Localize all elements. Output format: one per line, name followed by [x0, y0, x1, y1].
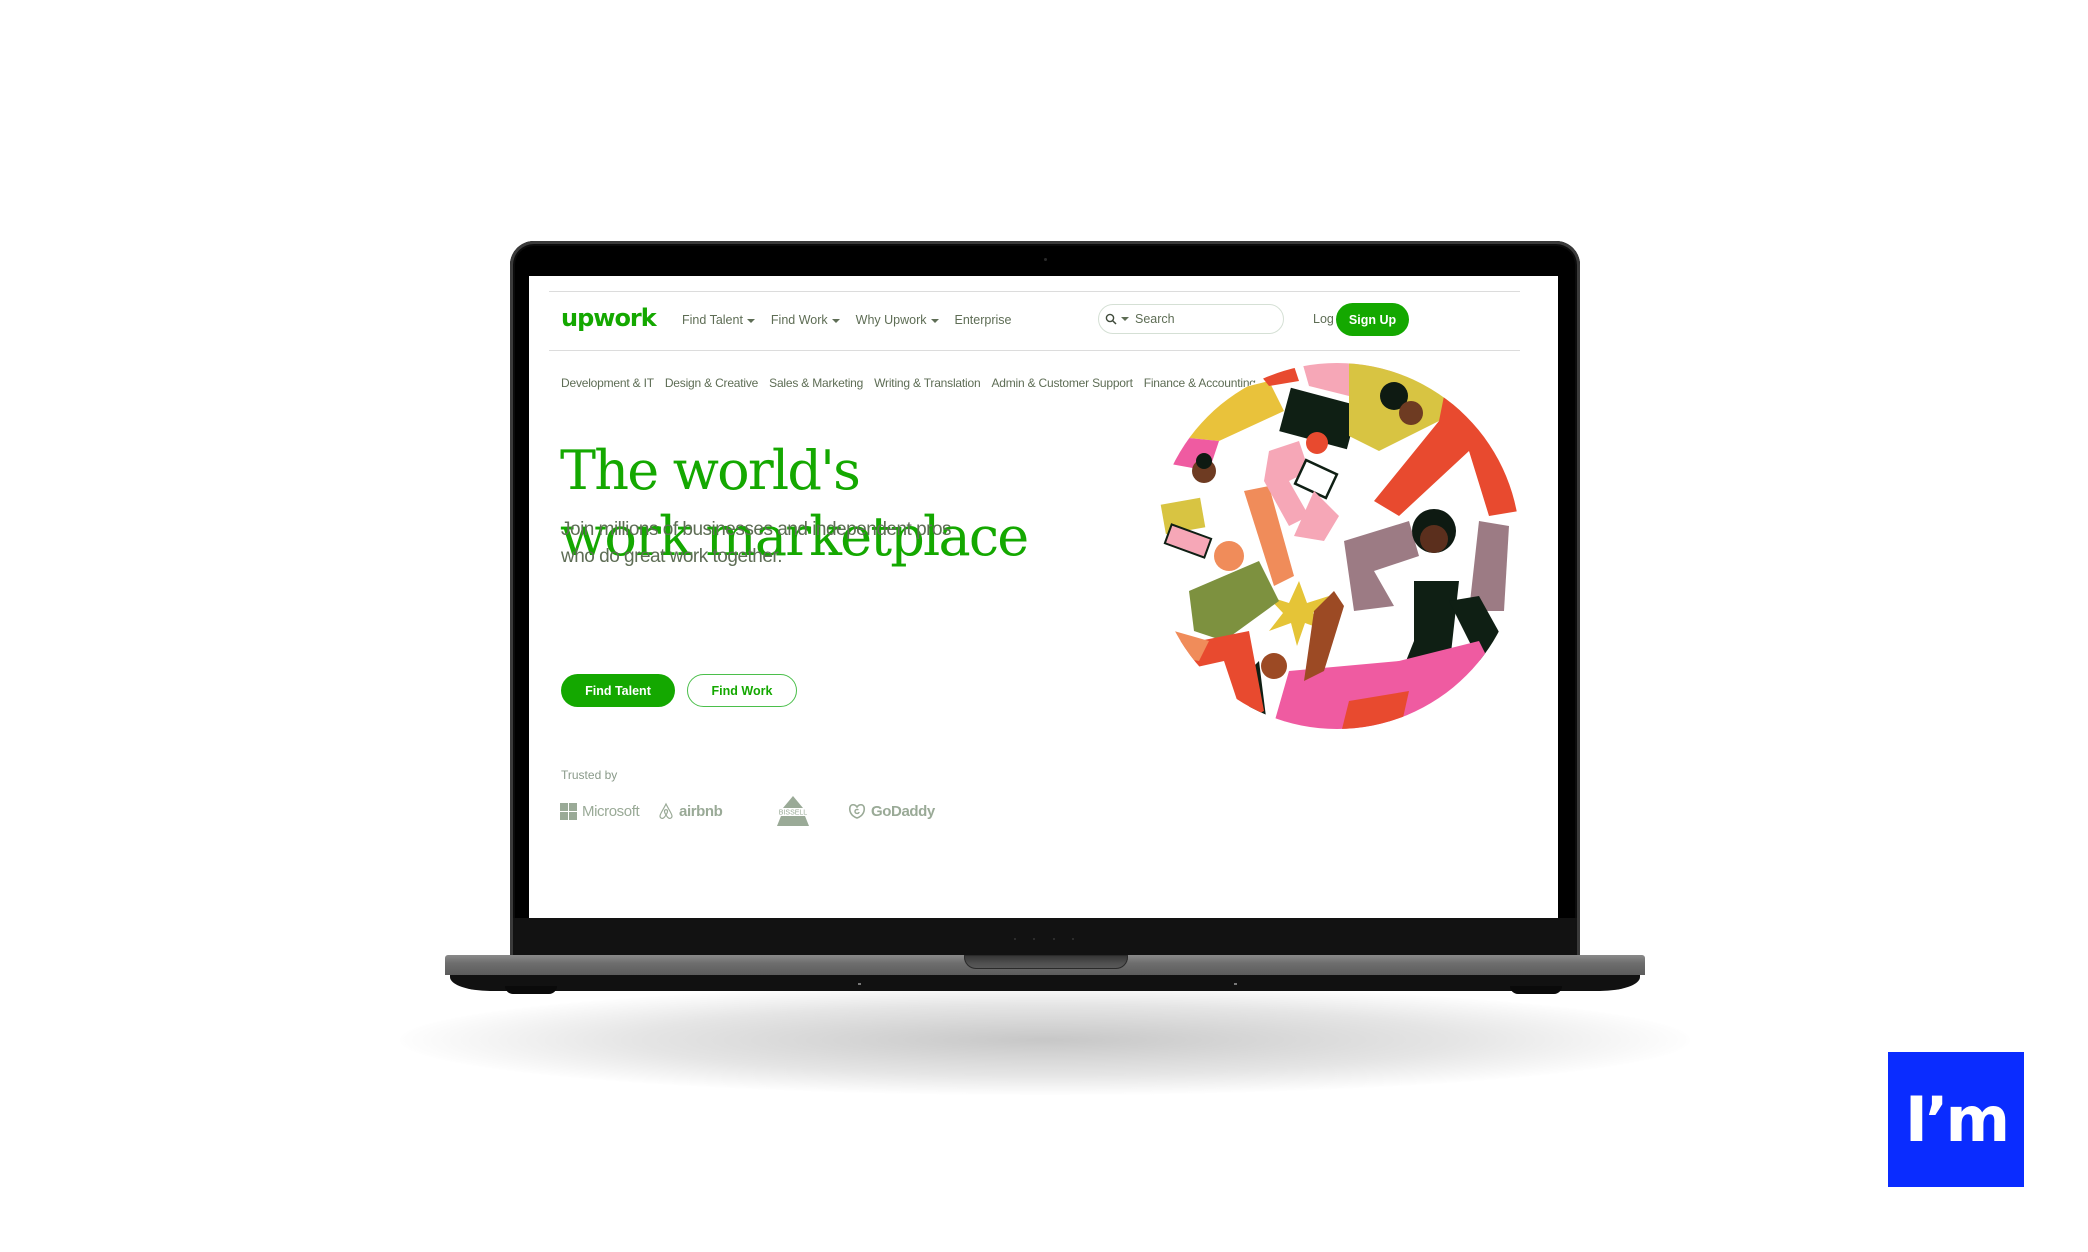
- nav-find-talent[interactable]: Find Talent: [682, 313, 755, 327]
- subtitle-line-1: Join millions of businesses and independ…: [561, 519, 952, 540]
- laptop-chin: [513, 918, 1577, 956]
- nav-find-work[interactable]: Find Work: [771, 313, 840, 327]
- figure-head: [1306, 432, 1328, 454]
- airbnb-icon: [659, 802, 673, 819]
- divider: [549, 291, 1520, 292]
- upwork-logo[interactable]: upwork: [561, 304, 657, 332]
- figure-head: [1214, 541, 1244, 571]
- hero-illustration: [1154, 363, 1520, 729]
- category-sales-marketing[interactable]: Sales & Marketing: [769, 376, 863, 390]
- find-talent-button[interactable]: Find Talent: [561, 674, 675, 707]
- camera-dot: [1044, 258, 1047, 261]
- bissell-triangle-icon: BISSELL: [777, 796, 809, 826]
- category-design-creative[interactable]: Design & Creative: [665, 376, 759, 390]
- find-work-button[interactable]: Find Work: [687, 674, 797, 707]
- figure-face: [1420, 525, 1448, 553]
- nav-label: Enterprise: [954, 313, 1012, 327]
- airbnb-logo: airbnb: [658, 802, 768, 820]
- main-nav: Find Talent Find Work Why Upwork Enterpr…: [682, 313, 1011, 327]
- nav-label: Why Upwork: [855, 313, 927, 327]
- caret-down-icon: [930, 318, 939, 323]
- trusted-by-label: Trusted by: [561, 768, 618, 782]
- search-input[interactable]: [1135, 312, 1255, 326]
- nav-why-upwork[interactable]: Why Upwork: [856, 313, 939, 327]
- laptop-shadow: [400, 985, 1690, 1095]
- laptop-base-underside: [450, 975, 1640, 991]
- search-box[interactable]: [1098, 304, 1284, 334]
- laptop-foot-right: [1510, 986, 1562, 994]
- laptop-foot-left: [505, 986, 557, 994]
- figure-head: [1399, 401, 1423, 425]
- godaddy-logo: GoDaddy: [848, 803, 935, 820]
- figure-hair: [1196, 453, 1212, 469]
- svg-text:BISSELL: BISSELL: [779, 810, 808, 817]
- category-writing-translation[interactable]: Writing & Translation: [874, 376, 980, 390]
- figure-head: [1261, 653, 1287, 679]
- hero-subtitle: Join millions of businesses and independ…: [561, 516, 1001, 570]
- im-badge-label: I’m: [1904, 1083, 2010, 1156]
- laptop-open-notch: [964, 955, 1128, 969]
- nav-label: Find Talent: [682, 313, 743, 327]
- search-type-caret-icon[interactable]: [1121, 317, 1129, 321]
- caret-down-icon: [746, 318, 755, 323]
- laptop-screen: upwork Find Talent Find Work Why Upwork …: [529, 276, 1558, 918]
- category-admin-support[interactable]: Admin & Customer Support: [991, 376, 1132, 390]
- indicator-light: [858, 983, 861, 985]
- figure-shape: [1249, 363, 1299, 386]
- bissell-logo: BISSELL: [758, 796, 828, 826]
- signup-button[interactable]: Sign Up: [1336, 303, 1409, 336]
- speaker-grille: [1014, 938, 1074, 940]
- nav-enterprise[interactable]: Enterprise: [955, 313, 1012, 327]
- search-icon[interactable]: [1105, 313, 1117, 325]
- microsoft-grid-icon: [560, 802, 577, 820]
- caret-down-icon: [831, 318, 840, 323]
- trusted-logos: Microsoft airbnb BISSELL GoDaddy: [560, 796, 935, 826]
- godaddy-icon: [848, 803, 866, 819]
- category-development-it[interactable]: Development & IT: [561, 376, 654, 390]
- subtitle-line-2: who do great work together.: [561, 546, 782, 567]
- im-badge: I’m: [1888, 1052, 2024, 1187]
- headline-line-1: The world's: [560, 439, 861, 502]
- nav-label: Find Work: [770, 313, 828, 327]
- indicator-light: [1234, 983, 1237, 985]
